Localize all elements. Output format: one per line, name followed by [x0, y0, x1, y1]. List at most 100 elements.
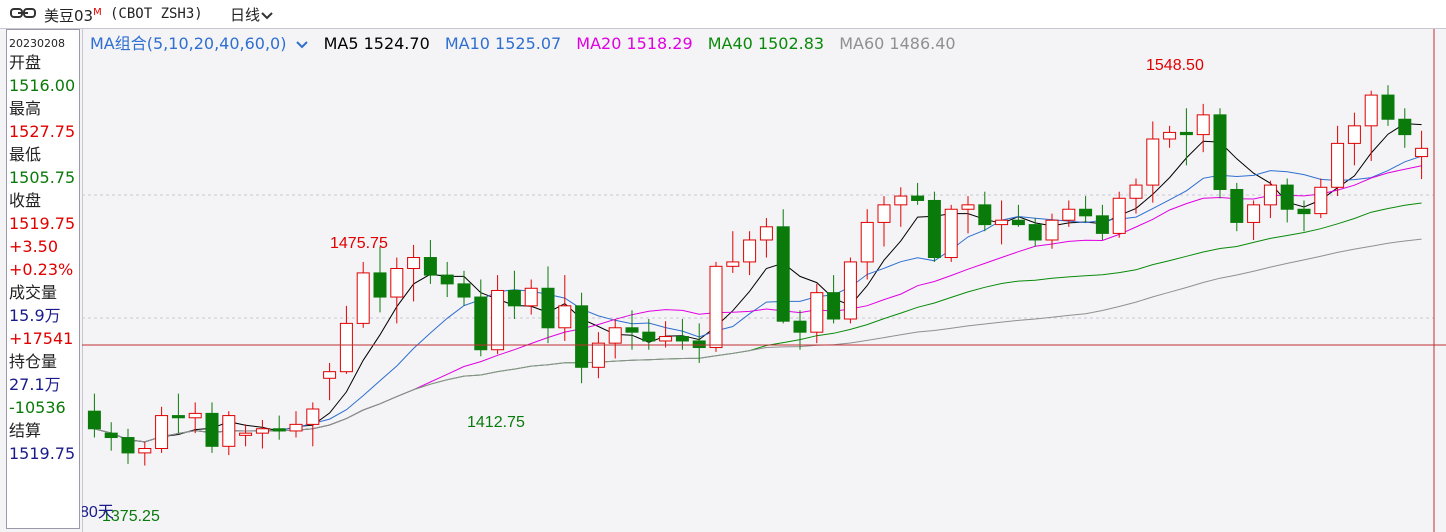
candle-body: [911, 195, 925, 201]
close-label: 收盘: [9, 191, 42, 210]
candle[interactable]: [776, 209, 790, 324]
annotation-local-low: 1412.75: [467, 414, 525, 431]
candle-body: [1129, 184, 1143, 199]
link-icon[interactable]: [10, 6, 36, 20]
volume-change: +17541: [9, 329, 74, 348]
candle-body: [541, 287, 555, 329]
candle-body: [407, 257, 421, 270]
candle-body: [87, 410, 101, 430]
candle-body: [1364, 94, 1378, 127]
candle-body: [1095, 215, 1109, 234]
candle-body: [507, 289, 521, 307]
annotation-high: 1548.50: [1146, 57, 1204, 74]
symbol-badge: M: [93, 7, 102, 18]
candle-body: [675, 336, 689, 342]
symbol-name: 美豆03M: [44, 7, 102, 25]
kline-chart[interactable]: 1548.50 1475.75 1412.75 1375.25 80天: [82, 29, 1446, 532]
candle-body: [104, 432, 118, 439]
candle-body: [810, 292, 824, 333]
candle-body: [138, 448, 152, 454]
change-value: +3.50: [9, 237, 59, 256]
candle-body: [222, 415, 236, 447]
candle[interactable]: [927, 191, 941, 262]
change-pct: +0.23%: [9, 260, 74, 279]
candle-body: [255, 428, 269, 434]
candle-body: [1398, 118, 1412, 136]
candle-body: [692, 340, 706, 349]
period-selector[interactable]: 日线: [230, 4, 274, 25]
period-label: 日线: [230, 6, 261, 24]
candle[interactable]: [944, 204, 958, 262]
candle-body: [289, 423, 303, 432]
candle-body: [894, 195, 908, 206]
candle-body: [1011, 219, 1025, 226]
candle-body: [625, 327, 639, 333]
oi-label: 持仓量: [9, 352, 58, 371]
candle-body: [423, 257, 437, 276]
candle-body: [608, 327, 622, 344]
candle-body: [323, 371, 337, 379]
candle-body: [575, 305, 589, 368]
open-value: 1516.00: [9, 76, 76, 95]
candle-body: [306, 408, 320, 425]
ma10-label: MA10 1525.07: [444, 34, 562, 53]
title-bar: 美豆03M (CBOT ZSH3) 日线: [0, 0, 1446, 29]
candle-body: [1347, 125, 1361, 144]
candle-body: [944, 208, 958, 259]
candle-body: [272, 428, 286, 432]
candle[interactable]: [1213, 108, 1227, 199]
oi-change: -10536: [9, 398, 66, 417]
candle-body: [1280, 184, 1294, 210]
close-value: 1519.75: [9, 214, 76, 233]
candle-body: [1331, 142, 1345, 188]
candle[interactable]: [1112, 191, 1126, 238]
candle-body: [759, 226, 773, 241]
candle-body: [1247, 204, 1261, 223]
candle-body: [1263, 184, 1277, 206]
ma-legend: MA组合(5,10,20,40,60,0) MA5 1524.70 MA10 1…: [90, 30, 966, 54]
candle-body: [726, 261, 740, 267]
candle-body: [356, 272, 370, 324]
candle-body: [860, 221, 874, 263]
high-label: 最高: [9, 99, 42, 118]
candle-body: [1146, 138, 1160, 186]
annotation-local-high: 1475.75: [330, 235, 388, 252]
candle-body: [659, 336, 673, 342]
ma20-label: MA20 1518.29: [576, 34, 693, 53]
volume-value: 15.9万: [9, 306, 61, 325]
ma-combo-selector[interactable]: MA组合(5,10,20,40,60,0): [90, 34, 309, 53]
candle-body: [239, 432, 253, 436]
candle-body: [793, 320, 807, 333]
candle-body: [1028, 224, 1042, 241]
candle-body: [1213, 114, 1227, 190]
candle-body: [524, 287, 538, 307]
candle-body: [373, 272, 387, 298]
candle-body: [1045, 219, 1059, 241]
candle-body: [474, 296, 488, 351]
low-label: 最低: [9, 145, 42, 164]
candle-body: [440, 274, 454, 285]
candle-body: [121, 437, 135, 454]
candle-body: [155, 415, 169, 450]
period-count-label: 80天: [82, 504, 114, 521]
candle-body: [1297, 208, 1311, 215]
symbol-code: (CBOT ZSH3): [110, 6, 203, 22]
candle-body: [642, 331, 656, 342]
candle-body: [205, 412, 219, 447]
candle-body: [1314, 186, 1328, 215]
high-value: 1527.75: [9, 122, 76, 141]
candle[interactable]: [843, 257, 857, 324]
candle-body: [491, 289, 505, 351]
candle-body: [743, 239, 757, 263]
oi-value: 27.1万: [9, 375, 61, 394]
candle-body: [188, 412, 202, 419]
candle-body: [776, 226, 790, 322]
candle-body: [995, 219, 1009, 226]
candle-body: [1163, 131, 1177, 140]
chevron-down-icon: [296, 41, 309, 49]
candle-body: [339, 322, 353, 373]
candle-body: [1079, 208, 1093, 217]
ma60-label: MA60 1486.40: [839, 34, 956, 53]
candle-body: [457, 283, 471, 298]
candle[interactable]: [709, 261, 723, 352]
